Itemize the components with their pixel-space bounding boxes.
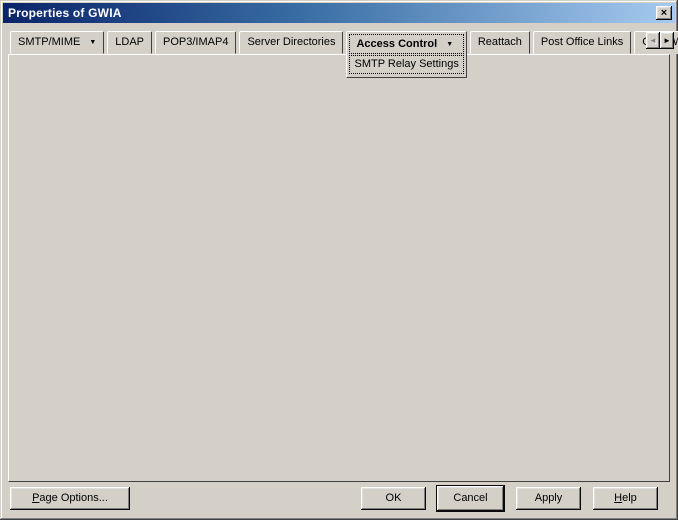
tab-label: Post Office Links: [540, 36, 624, 48]
close-icon[interactable]: ×: [656, 6, 672, 20]
tab-smtp-mime[interactable]: SMTP/MIME ▼: [10, 31, 105, 54]
tab-reattach[interactable]: Reattach: [469, 31, 530, 54]
tab-subpage-smtp-relay-settings[interactable]: SMTP Relay Settings: [349, 55, 464, 74]
tab-content-panel: [8, 54, 670, 482]
chevron-down-icon: ▼: [89, 39, 97, 46]
title-bar[interactable]: Properties of GWIA ×: [3, 3, 675, 23]
properties-dialog: Properties of GWIA × SMTP/MIME ▼ LDAP POP…: [0, 0, 678, 520]
tab-label: POP3/IMAP4: [163, 36, 229, 48]
tab-label: SMTP/MIME: [18, 36, 81, 48]
tab-strip: SMTP/MIME ▼ LDAP POP3/IMAP4 Server Direct…: [10, 31, 678, 78]
apply-button[interactable]: Apply: [516, 487, 581, 510]
tab-label: Server Directories: [247, 36, 336, 48]
help-button[interactable]: Help: [593, 487, 658, 510]
tab-scroll-buttons: ◄ ►: [646, 32, 674, 49]
tab-access-control[interactable]: Access Control ▼ SMTP Relay Settings: [346, 31, 467, 78]
tab-pop3-imap4[interactable]: POP3/IMAP4: [155, 31, 237, 54]
tab-post-office-links[interactable]: Post Office Links: [532, 31, 632, 54]
tab-label: Reattach: [477, 36, 522, 48]
tab-server-directories[interactable]: Server Directories: [239, 31, 344, 54]
cancel-button[interactable]: Cancel: [437, 486, 504, 511]
chevron-down-icon: ▼: [446, 41, 454, 48]
tab-label: LDAP: [115, 36, 145, 48]
scroll-left-icon: ◄: [646, 32, 660, 49]
page-options-button[interactable]: Page Options...: [10, 487, 130, 510]
tab-access-control-label: Access Control ▼: [349, 34, 464, 54]
window-title: Properties of GWIA: [8, 6, 122, 20]
ok-button[interactable]: OK: [361, 487, 426, 510]
scroll-right-icon[interactable]: ►: [660, 32, 674, 49]
tab-ldap[interactable]: LDAP: [107, 31, 153, 54]
